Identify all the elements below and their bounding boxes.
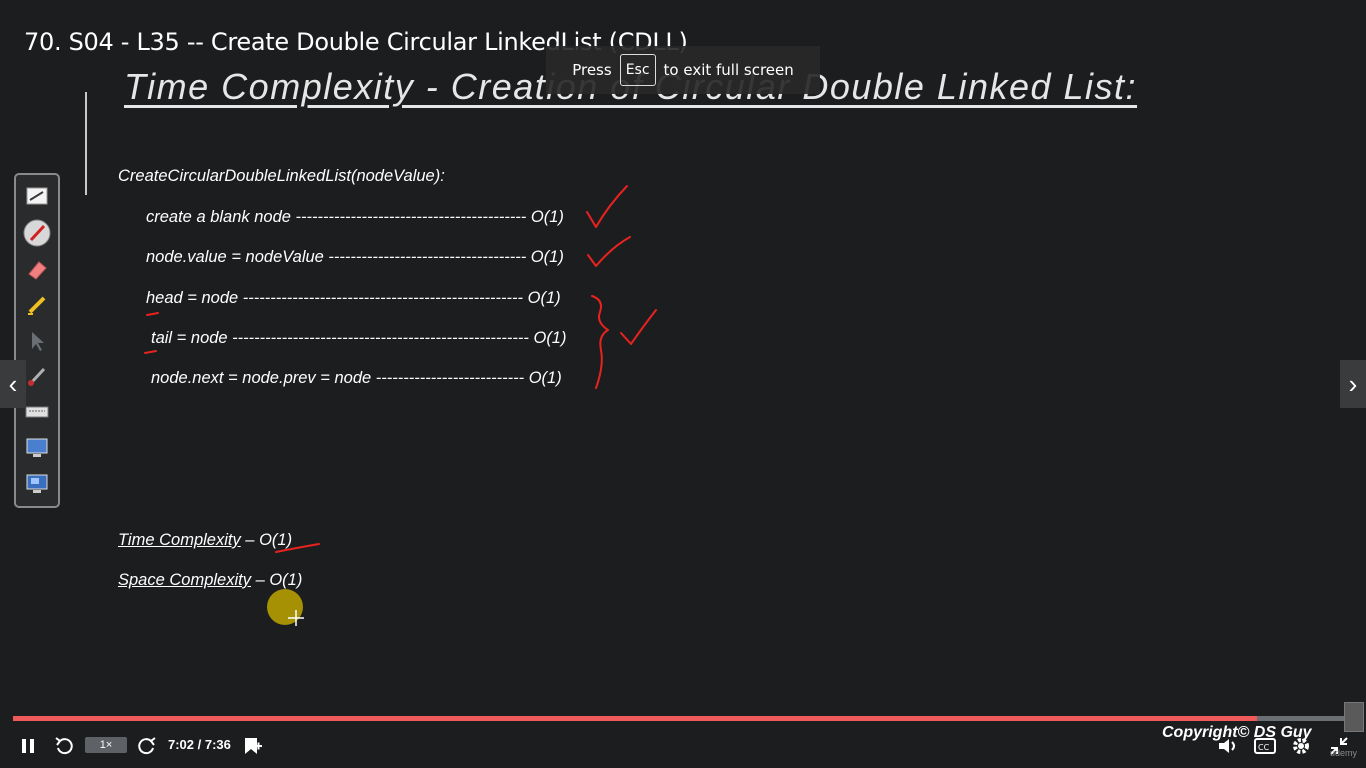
checkmark-2 <box>587 236 631 267</box>
notepad-icon[interactable] <box>23 183 51 210</box>
time-complexity-line: Time Complexity – O(1) <box>118 531 292 550</box>
forward-icon <box>138 737 156 755</box>
code-line-4: tail = node ----------------------------… <box>151 329 567 347</box>
code-line-3: head = node ----------------------------… <box>146 289 561 307</box>
highlighter-icon[interactable] <box>23 292 51 319</box>
checkmark-3 <box>620 309 657 345</box>
svg-text:CC: CC <box>1258 743 1270 752</box>
brush-icon[interactable] <box>23 363 51 390</box>
pen-icon[interactable] <box>23 219 51 247</box>
space-complexity-label: Space Complexity <box>118 571 251 589</box>
progress-track[interactable] <box>13 716 1353 721</box>
fullscreen-notice-press: Press <box>572 61 612 79</box>
tail-underline <box>144 350 157 354</box>
annotation-toolbar <box>14 173 60 508</box>
progress-fill <box>13 716 1257 721</box>
code-line-5: node.next = node.prev = node -----------… <box>151 369 562 387</box>
rewind-button[interactable] <box>53 735 75 757</box>
next-slide-button[interactable]: › <box>1340 360 1366 408</box>
esc-key: Esc <box>619 54 656 86</box>
pause-icon <box>22 739 34 753</box>
pointer-icon[interactable] <box>23 327 51 354</box>
checkmark-1 <box>586 185 628 228</box>
desktop-icon[interactable] <box>23 470 51 497</box>
bookmark-add-icon <box>245 738 262 754</box>
add-bookmark-button[interactable] <box>241 735 263 757</box>
slide-vertical-line <box>85 92 87 195</box>
keyboard-icon[interactable] <box>23 399 51 426</box>
code-line-1: create a blank node --------------------… <box>146 208 564 226</box>
forward-button[interactable] <box>136 735 158 757</box>
space-complexity-value: – O(1) <box>250 571 303 589</box>
code-line-2: node.value = nodeValue -----------------… <box>146 248 564 266</box>
pause-button[interactable] <box>18 736 38 756</box>
previous-slide-button[interactable]: ‹ <box>0 360 26 408</box>
time-display: 7:02 / 7:36 <box>168 737 231 752</box>
function-signature: CreateCircularDoubleLinkedList(nodeValue… <box>118 167 445 185</box>
rewind-icon <box>55 737 73 755</box>
crosshair-cursor-icon <box>288 610 304 626</box>
fullscreen-notice: Press Esc to exit full screen <box>546 46 820 94</box>
speed-button[interactable]: 1× <box>85 737 127 753</box>
time-complexity-value: – O(1) <box>240 531 293 549</box>
udemy-watermark: udemy <box>1330 748 1358 758</box>
copyright-text: Copyright© DS Guy <box>1162 724 1312 741</box>
screen-icon[interactable] <box>23 435 51 462</box>
space-complexity-line: Space Complexity – O(1) <box>118 571 302 590</box>
eraser-icon[interactable] <box>23 256 51 283</box>
time-complexity-label: Time Complexity <box>118 531 241 549</box>
fullscreen-notice-suffix: to exit full screen <box>663 61 794 79</box>
head-underline <box>146 312 159 316</box>
brace-annotation <box>591 295 609 389</box>
